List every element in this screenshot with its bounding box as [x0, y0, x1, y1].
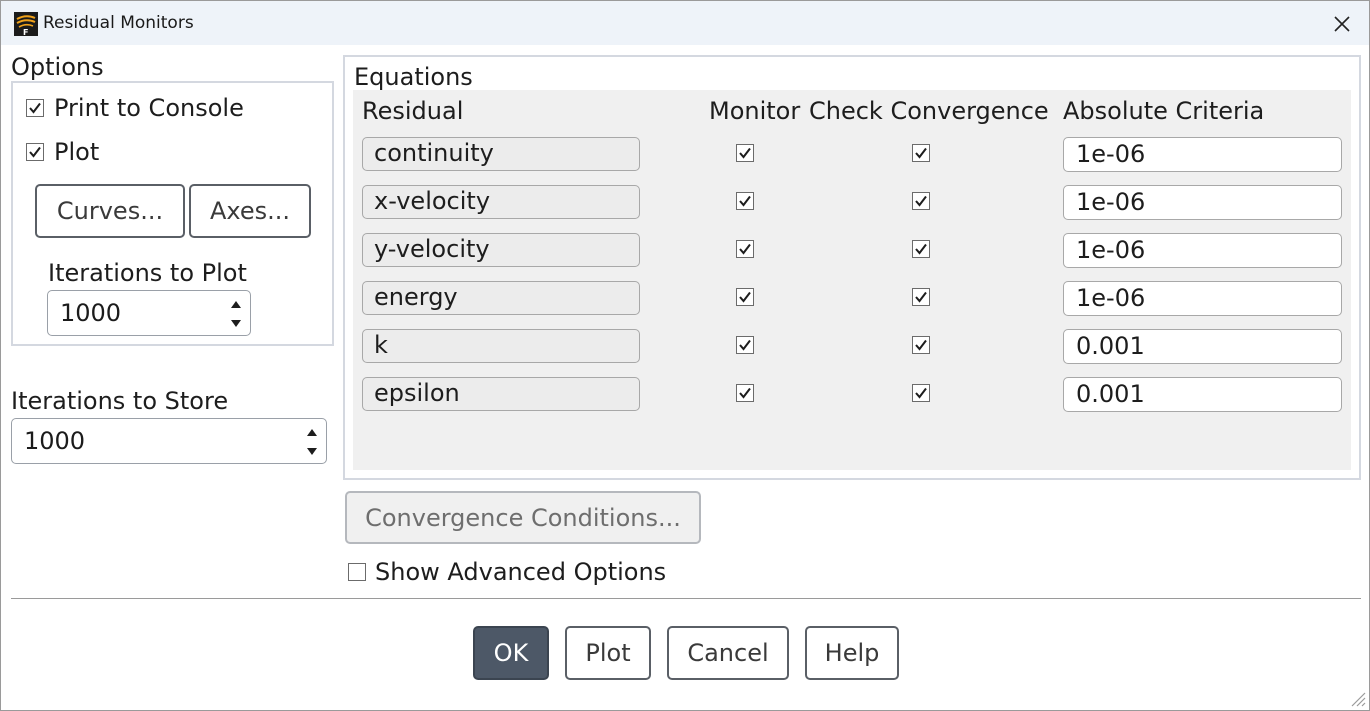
checkmark-icon	[915, 291, 927, 303]
iterations-to-plot-label: Iterations to Plot	[48, 259, 247, 287]
equations-group-label: Equations	[354, 63, 473, 91]
cancel-button[interactable]: Cancel	[667, 626, 789, 680]
monitor-checkbox-epsilon[interactable]	[736, 384, 754, 402]
monitor-checkbox-y-velocity[interactable]	[736, 240, 754, 258]
checkmark-icon	[739, 147, 751, 159]
checkmark-icon	[915, 195, 927, 207]
iterations-to-plot-spinner[interactable]: 1000	[47, 290, 251, 336]
absolute-criteria-input-x-velocity[interactable]: 1e-06	[1063, 185, 1342, 220]
title-bar: F Residual Monitors	[1, 1, 1369, 45]
checkmark-icon	[29, 102, 41, 114]
residual-name: energy	[362, 281, 640, 315]
checkmark-icon	[915, 339, 927, 351]
checkmark-icon	[915, 243, 927, 255]
iterations-to-store-value: 1000	[24, 427, 86, 455]
plot-button[interactable]: Plot	[565, 626, 651, 680]
close-button[interactable]	[1327, 9, 1357, 39]
residual-monitors-dialog: F Residual Monitors Options Print to Con…	[0, 0, 1370, 711]
curves-button[interactable]: Curves...	[35, 184, 185, 238]
spin-arrows-icon[interactable]	[228, 295, 244, 333]
residual-name: k	[362, 329, 640, 363]
absolute-criteria-column-header: Absolute Criteria	[1063, 97, 1265, 125]
checkmark-icon	[915, 387, 927, 399]
check-convergence-column-header: Check Convergence	[809, 97, 1049, 125]
check-convergence-checkbox-x-velocity[interactable]	[912, 192, 930, 210]
monitor-checkbox-energy[interactable]	[736, 288, 754, 306]
residual-name: continuity	[362, 137, 640, 171]
fluent-app-icon: F	[14, 12, 38, 36]
ok-button[interactable]: OK	[473, 626, 549, 680]
iterations-to-store-spinner[interactable]: 1000	[11, 418, 327, 464]
monitor-checkbox-continuity[interactable]	[736, 144, 754, 162]
options-group-label: Options	[11, 53, 104, 81]
monitor-checkbox-k[interactable]	[736, 336, 754, 354]
window-title: Residual Monitors	[43, 13, 194, 33]
checkmark-icon	[739, 291, 751, 303]
residual-name: epsilon	[362, 377, 640, 411]
check-convergence-checkbox-k[interactable]	[912, 336, 930, 354]
checkmark-icon	[739, 387, 751, 399]
footer-separator	[11, 598, 1361, 599]
axes-button[interactable]: Axes...	[189, 184, 311, 238]
absolute-criteria-input-y-velocity[interactable]: 1e-06	[1063, 233, 1342, 268]
monitor-column-header: Monitor	[709, 97, 801, 125]
monitor-checkbox-x-velocity[interactable]	[736, 192, 754, 210]
checkmark-icon	[29, 146, 41, 158]
close-icon	[1334, 16, 1350, 32]
print-to-console-checkbox[interactable]	[26, 99, 44, 117]
checkmark-icon	[739, 195, 751, 207]
residual-column-header: Residual	[362, 97, 464, 125]
checkmark-icon	[915, 147, 927, 159]
resize-grip-icon[interactable]	[1346, 687, 1366, 707]
check-convergence-checkbox-energy[interactable]	[912, 288, 930, 306]
absolute-criteria-input-energy[interactable]: 1e-06	[1063, 281, 1342, 316]
help-button[interactable]: Help	[805, 626, 899, 680]
check-convergence-checkbox-y-velocity[interactable]	[912, 240, 930, 258]
convergence-conditions-button[interactable]: Convergence Conditions...	[345, 491, 701, 544]
print-to-console-label: Print to Console	[54, 94, 244, 122]
plot-label: Plot	[54, 138, 100, 166]
svg-text:F: F	[23, 28, 28, 36]
absolute-criteria-input-epsilon[interactable]: 0.001	[1063, 377, 1342, 412]
residual-name: y-velocity	[362, 233, 640, 267]
show-advanced-options-label: Show Advanced Options	[375, 558, 667, 586]
spin-arrows-icon[interactable]	[304, 423, 320, 461]
residual-name: x-velocity	[362, 185, 640, 219]
plot-checkbox[interactable]	[26, 143, 44, 161]
iterations-to-store-label: Iterations to Store	[11, 387, 229, 415]
checkmark-icon	[739, 243, 751, 255]
check-convergence-checkbox-epsilon[interactable]	[912, 384, 930, 402]
check-convergence-checkbox-continuity[interactable]	[912, 144, 930, 162]
checkmark-icon	[739, 339, 751, 351]
absolute-criteria-input-k[interactable]: 0.001	[1063, 329, 1342, 364]
iterations-to-plot-value: 1000	[60, 299, 122, 327]
absolute-criteria-input-continuity[interactable]: 1e-06	[1063, 137, 1342, 172]
show-advanced-options-checkbox[interactable]	[348, 563, 366, 581]
